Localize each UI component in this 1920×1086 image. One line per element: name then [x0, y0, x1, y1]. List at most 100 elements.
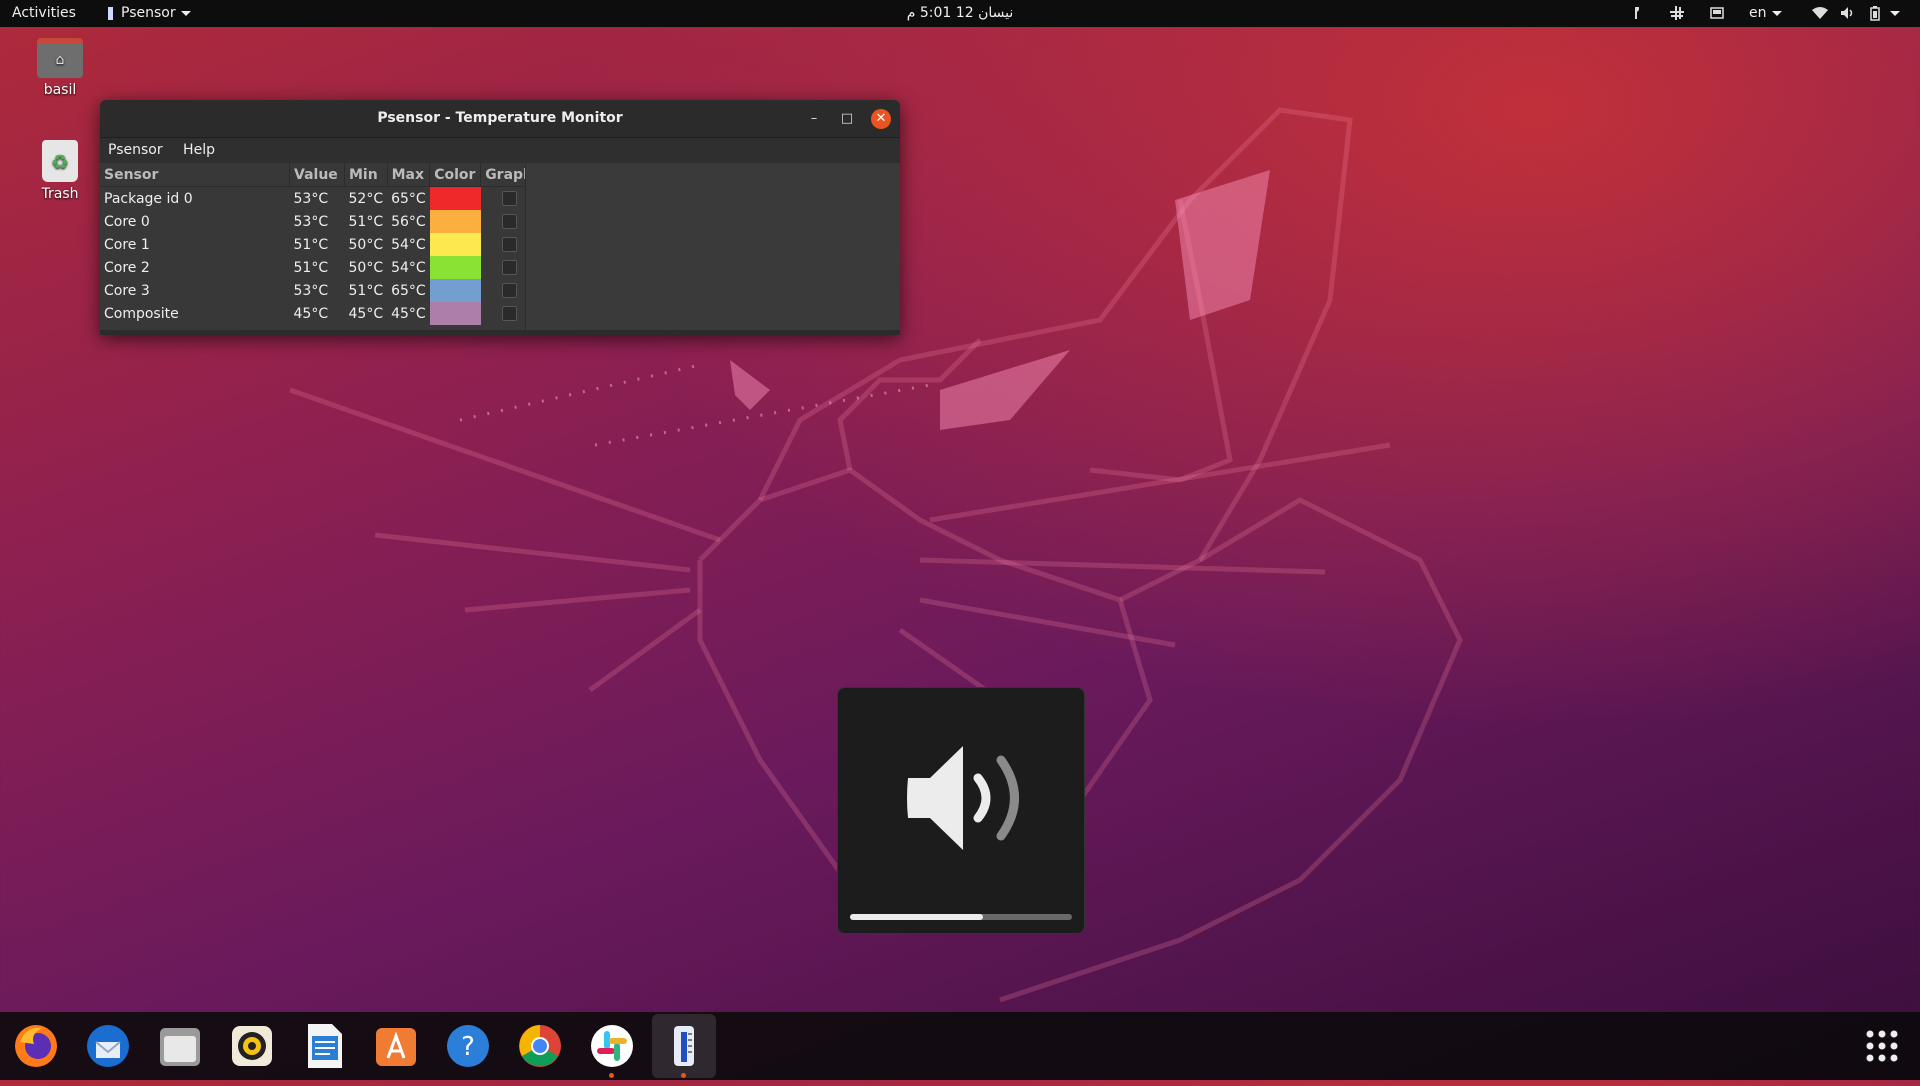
- window-titlebar[interactable]: Psensor - Temperature Monitor – □ ✕: [100, 100, 900, 138]
- maximize-button[interactable]: □: [837, 109, 857, 129]
- sensor-name: Core 3: [104, 282, 150, 299]
- sensor-color-swatch[interactable]: [429, 210, 481, 233]
- graph-checkbox[interactable]: [501, 237, 517, 252]
- column-header-color[interactable]: Color: [429, 163, 482, 187]
- system-menu[interactable]: [1812, 0, 1901, 27]
- table-row[interactable]: Core 0 53°C 51°C 56°C: [100, 210, 538, 233]
- sensor-min: 50°C: [348, 236, 384, 253]
- sensor-color-swatch[interactable]: [429, 256, 481, 279]
- table-row[interactable]: Composite 45°C 45°C 45°C: [100, 302, 538, 325]
- table-row[interactable]: Core 2 51°C 50°C 54°C: [100, 256, 538, 279]
- libreoffice-writer-icon[interactable]: [300, 1022, 348, 1070]
- psensor-icon[interactable]: [660, 1022, 708, 1070]
- dock: ?: [0, 1012, 1920, 1080]
- battery-icon: [1870, 5, 1880, 21]
- table-row[interactable]: Package id 0 53°C 52°C 65°C: [100, 186, 538, 210]
- speaker-volume-icon: [907, 746, 1019, 850]
- app-menu-label: Psensor: [121, 5, 176, 21]
- psensor-small-icon: [108, 6, 113, 20]
- home-folder-label: basil: [43, 82, 77, 98]
- sensor-max: 45°C: [391, 305, 426, 322]
- sensor-color-swatch[interactable]: [429, 233, 481, 256]
- graph-checkbox[interactable]: [501, 191, 517, 206]
- graph-checkbox[interactable]: [501, 306, 517, 321]
- volume-level-bar: [850, 914, 1072, 920]
- sensor-value: 53°C: [293, 190, 329, 207]
- column-header-max[interactable]: Max: [387, 163, 431, 187]
- language-label: en: [1749, 5, 1767, 21]
- sensor-value: 53°C: [293, 213, 329, 230]
- help-icon[interactable]: ?: [444, 1022, 492, 1070]
- graph-checkbox[interactable]: [501, 283, 517, 298]
- menu-help[interactable]: Help: [183, 142, 215, 158]
- top-bar: Activities Psensor نيسان 12 5:01 م en: [0, 0, 1920, 27]
- sensor-rows: Package id 0 53°C 52°C 65°C Core 0 53°C 51°C 56…: [100, 186, 538, 325]
- home-folder-icon: ⌂: [37, 38, 83, 78]
- app-menu[interactable]: Psensor: [108, 0, 191, 27]
- indicator-icon[interactable]: [1632, 0, 1642, 27]
- chevron-down-icon: [1890, 10, 1901, 16]
- minimize-button[interactable]: –: [804, 109, 824, 129]
- volume-icon: [1841, 7, 1853, 19]
- menu-psensor[interactable]: Psensor: [108, 142, 163, 158]
- sensor-color-swatch[interactable]: [429, 302, 481, 325]
- sensor-min: 51°C: [348, 213, 384, 230]
- psensor-window: Psensor - Temperature Monitor – □ ✕ Psen…: [100, 100, 900, 335]
- thunderbird-icon[interactable]: [84, 1022, 132, 1070]
- sensor-value: 51°C: [293, 259, 329, 276]
- running-indicator: [609, 1073, 614, 1078]
- screen-icon[interactable]: [1710, 0, 1724, 27]
- sensor-min: 52°C: [348, 190, 384, 207]
- sensor-max: 65°C: [391, 190, 426, 207]
- clock[interactable]: نيسان 12 5:01 م: [900, 0, 1020, 27]
- column-header-min[interactable]: Min: [344, 163, 388, 187]
- sensor-max: 56°C: [391, 213, 426, 230]
- table-row[interactable]: Core 1 51°C 50°C 54°C: [100, 233, 538, 256]
- sensor-value: 51°C: [293, 236, 329, 253]
- software-center-icon[interactable]: [372, 1022, 420, 1070]
- sensor-name: Package id 0: [104, 190, 193, 207]
- sensor-value: 45°C: [293, 305, 329, 322]
- sensor-name: Core 0: [104, 213, 150, 230]
- graph-area: [525, 163, 900, 335]
- sensor-max: 65°C: [391, 282, 426, 299]
- sensor-color-swatch[interactable]: [429, 279, 481, 302]
- sensor-name: Composite: [104, 305, 179, 322]
- sensor-min: 50°C: [348, 259, 384, 276]
- desktop-trash[interactable]: ♻ Trash: [20, 140, 100, 202]
- sensor-name: Core 2: [104, 259, 150, 276]
- sensor-max: 54°C: [391, 259, 426, 276]
- close-button[interactable]: ✕: [871, 109, 891, 129]
- trash-icon: ♻: [42, 140, 78, 182]
- menubar: Psensor Help: [100, 138, 900, 164]
- sensor-min: 51°C: [348, 282, 384, 299]
- show-applications-icon[interactable]: [1858, 1022, 1906, 1070]
- window-title: Psensor - Temperature Monitor: [377, 110, 623, 126]
- graph-checkbox[interactable]: [501, 214, 517, 229]
- sensor-max: 54°C: [391, 236, 426, 253]
- firefox-icon[interactable]: [12, 1022, 60, 1070]
- svg-text:?: ?: [461, 1032, 475, 1062]
- volume-osd: [837, 687, 1085, 934]
- sensor-value: 53°C: [293, 282, 329, 299]
- slack-tray-icon[interactable]: [1670, 0, 1684, 27]
- chevron-down-icon: [1771, 10, 1782, 16]
- chevron-down-icon: [180, 10, 191, 16]
- sensor-min: 45°C: [348, 305, 384, 322]
- files-icon[interactable]: [156, 1022, 204, 1070]
- column-header-sensor[interactable]: Sensor: [100, 163, 290, 187]
- graph-checkbox[interactable]: [501, 260, 517, 275]
- rhythmbox-icon[interactable]: [228, 1022, 276, 1070]
- wifi-icon: [1812, 6, 1828, 19]
- desktop-home-folder[interactable]: ⌂ basil: [20, 38, 100, 98]
- volume-level-fill: [850, 914, 984, 920]
- sensor-color-swatch[interactable]: [429, 186, 481, 210]
- slack-icon[interactable]: [588, 1022, 636, 1070]
- language-selector[interactable]: en: [1749, 0, 1782, 27]
- column-header-value[interactable]: Value: [289, 163, 345, 187]
- activities-button[interactable]: Activities: [12, 0, 76, 27]
- chrome-icon[interactable]: [516, 1022, 564, 1070]
- table-row[interactable]: Core 3 53°C 51°C 65°C: [100, 279, 538, 302]
- sensor-name: Core 1: [104, 236, 150, 253]
- table-bottom-edge: [100, 330, 900, 335]
